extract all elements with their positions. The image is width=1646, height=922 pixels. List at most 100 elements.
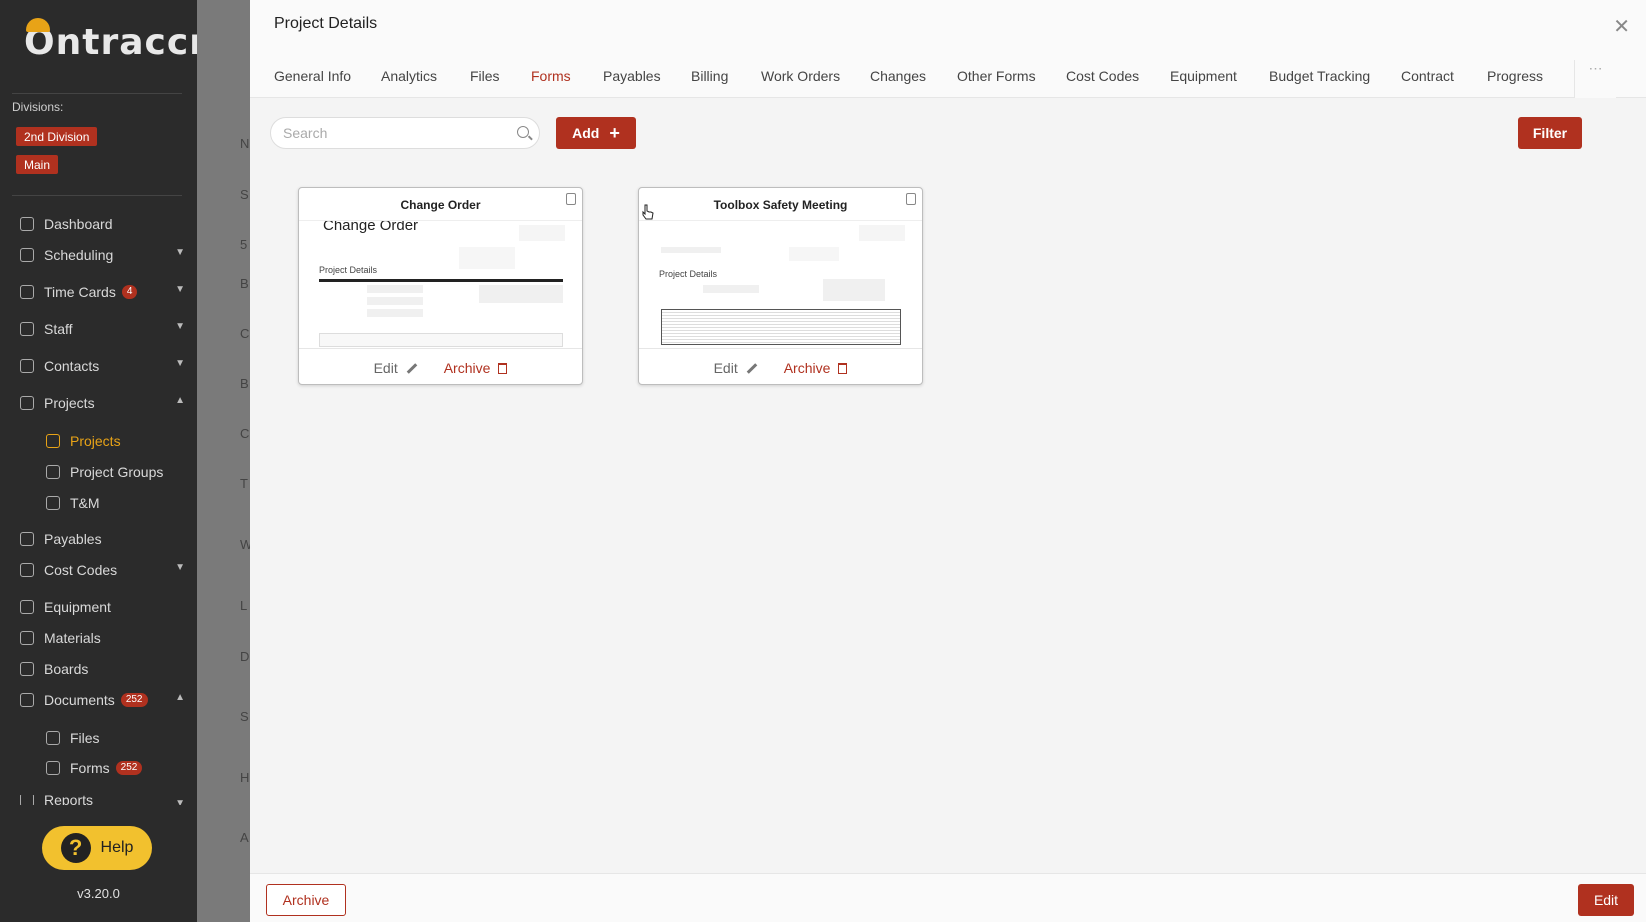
preview-field [479, 285, 563, 303]
preview-field [703, 285, 759, 293]
bg-text: C [240, 426, 250, 441]
materials-icon [20, 631, 34, 645]
wrench-icon [20, 600, 34, 614]
card-actions: Edit Archive [639, 348, 922, 384]
search-input[interactable] [283, 125, 503, 141]
sidebar-item-documents[interactable]: Documents 252 ▲ [20, 689, 185, 711]
bg-text: A [240, 830, 249, 845]
bg-text: S [240, 709, 249, 724]
tab-other-forms[interactable]: Other Forms [957, 68, 1036, 84]
bg-text: B [240, 276, 249, 291]
app-version: v3.20.0 [77, 886, 120, 901]
division-badge-main[interactable]: Main [16, 155, 59, 174]
pencil-icon [746, 363, 758, 375]
tab-budget-tracking[interactable]: Budget Tracking [1269, 68, 1370, 84]
add-button[interactable]: Add + [556, 117, 636, 149]
projects-icon [20, 396, 34, 410]
bg-text: B [240, 376, 249, 391]
forms-count-badge: 252 [115, 761, 143, 775]
sidebar-item-dashboard[interactable]: Dashboard [20, 213, 185, 235]
calendar-icon [20, 248, 34, 262]
sidebar-item-scheduling[interactable]: Scheduling ▼ [20, 244, 185, 266]
tab-forms[interactable]: Forms [531, 68, 571, 84]
tab-files[interactable]: Files [470, 68, 500, 84]
preview-employee-fields [789, 247, 839, 261]
plus-icon: + [609, 122, 620, 143]
chevron-down-icon: ▼ [175, 284, 185, 295]
reports-icon [20, 795, 34, 805]
preview-rule [319, 279, 563, 282]
filter-button[interactable]: Filter [1518, 117, 1582, 149]
drawer-header: Project Details ✕ [250, 0, 1646, 48]
tab-work-orders[interactable]: Work Orders [761, 68, 840, 84]
pencil-icon [406, 363, 418, 375]
user-icon [20, 322, 34, 336]
sidebar-item-boards[interactable]: Boards [20, 658, 185, 680]
tab-contract[interactable]: Contract [1401, 68, 1454, 84]
help-button[interactable]: ? Help [42, 826, 152, 870]
tab-progress[interactable]: Progress [1487, 68, 1543, 84]
form-card-toolbox-safety-meeting[interactable]: Toolbox Safety Meeting Project Details E… [638, 187, 923, 385]
form-icon [46, 761, 60, 775]
sidebar-item-equipment[interactable]: Equipment [20, 596, 185, 618]
tab-billing[interactable]: Billing [691, 68, 728, 84]
sidebar-item-cost-codes[interactable]: Cost Codes ▼ [20, 559, 185, 581]
preview-section: Project Details [319, 265, 378, 275]
sidebar-item-materials[interactable]: Materials [20, 627, 185, 649]
tab-payables[interactable]: Payables [603, 68, 661, 84]
copy-icon[interactable] [906, 193, 916, 205]
preview-field [367, 285, 423, 293]
project-groups-icon [46, 465, 60, 479]
bg-text: D [240, 649, 250, 664]
sidebar-item-projects-sub[interactable]: Projects [46, 430, 186, 452]
search-field[interactable] [270, 117, 540, 149]
preview-description-box [319, 333, 563, 347]
archive-button[interactable]: Archive [444, 360, 508, 376]
hand-cursor-icon [642, 204, 654, 220]
file-icon [46, 731, 60, 745]
close-icon[interactable]: ✕ [1613, 14, 1630, 39]
sidebar-item-tm[interactable]: T&M [46, 492, 186, 514]
form-card-change-order[interactable]: Change Order Change Order Project Detail… [298, 187, 583, 385]
question-icon: ? [60, 833, 91, 863]
more-tabs-icon[interactable]: ⋯ [1574, 60, 1616, 98]
preview-field [367, 297, 423, 305]
preview-header-text [519, 225, 565, 241]
archive-button[interactable]: Archive [784, 360, 848, 376]
sidebar-item-project-groups[interactable]: Project Groups [46, 461, 186, 483]
boards-icon [20, 662, 34, 676]
sidebar-item-reports[interactable]: Reports ▼ [20, 795, 185, 805]
edit-button[interactable]: Edit [714, 360, 758, 376]
chevron-down-icon: ▼ [175, 562, 185, 573]
tm-icon [46, 496, 60, 510]
sidebar-divider [12, 195, 182, 196]
sidebar-item-projects[interactable]: Projects ▲ [20, 392, 185, 414]
copy-icon[interactable] [566, 193, 576, 205]
drawer-footer: Archive Edit [250, 873, 1646, 922]
tab-general-info[interactable]: General Info [274, 68, 351, 84]
edit-button[interactable]: Edit [374, 360, 418, 376]
sidebar-item-forms[interactable]: Forms 252 [46, 757, 186, 779]
sidebar-item-contacts[interactable]: Contacts ▼ [20, 355, 185, 377]
tab-changes[interactable]: Changes [870, 68, 926, 84]
division-badge-2nd[interactable]: 2nd Division [16, 127, 98, 146]
bg-text: N [240, 136, 250, 151]
app-logo[interactable]: Ontraccr [24, 18, 208, 63]
project-details-drawer: Project Details ✕ General Info Analytics… [250, 0, 1646, 922]
tab-cost-codes[interactable]: Cost Codes [1066, 68, 1139, 84]
footer-archive-button[interactable]: Archive [266, 884, 346, 916]
tab-analytics[interactable]: Analytics [381, 68, 437, 84]
form-preview[interactable]: Project Details [639, 220, 922, 348]
tab-equipment[interactable]: Equipment [1170, 68, 1237, 84]
form-preview[interactable]: Change Order Project Details [299, 220, 582, 348]
chevron-down-icon: ▼ [175, 358, 185, 369]
sidebar-item-files[interactable]: Files [46, 727, 186, 749]
preview-field [367, 309, 423, 317]
sidebar-item-payables[interactable]: Payables [20, 528, 185, 550]
preview-header-text [859, 225, 905, 241]
projects-icon [46, 434, 60, 448]
sidebar-item-time-cards[interactable]: Time Cards 4 ▼ [20, 281, 185, 303]
footer-edit-button[interactable]: Edit [1578, 884, 1634, 916]
chevron-up-icon: ▲ [175, 692, 185, 703]
sidebar-item-staff[interactable]: Staff ▼ [20, 318, 185, 340]
